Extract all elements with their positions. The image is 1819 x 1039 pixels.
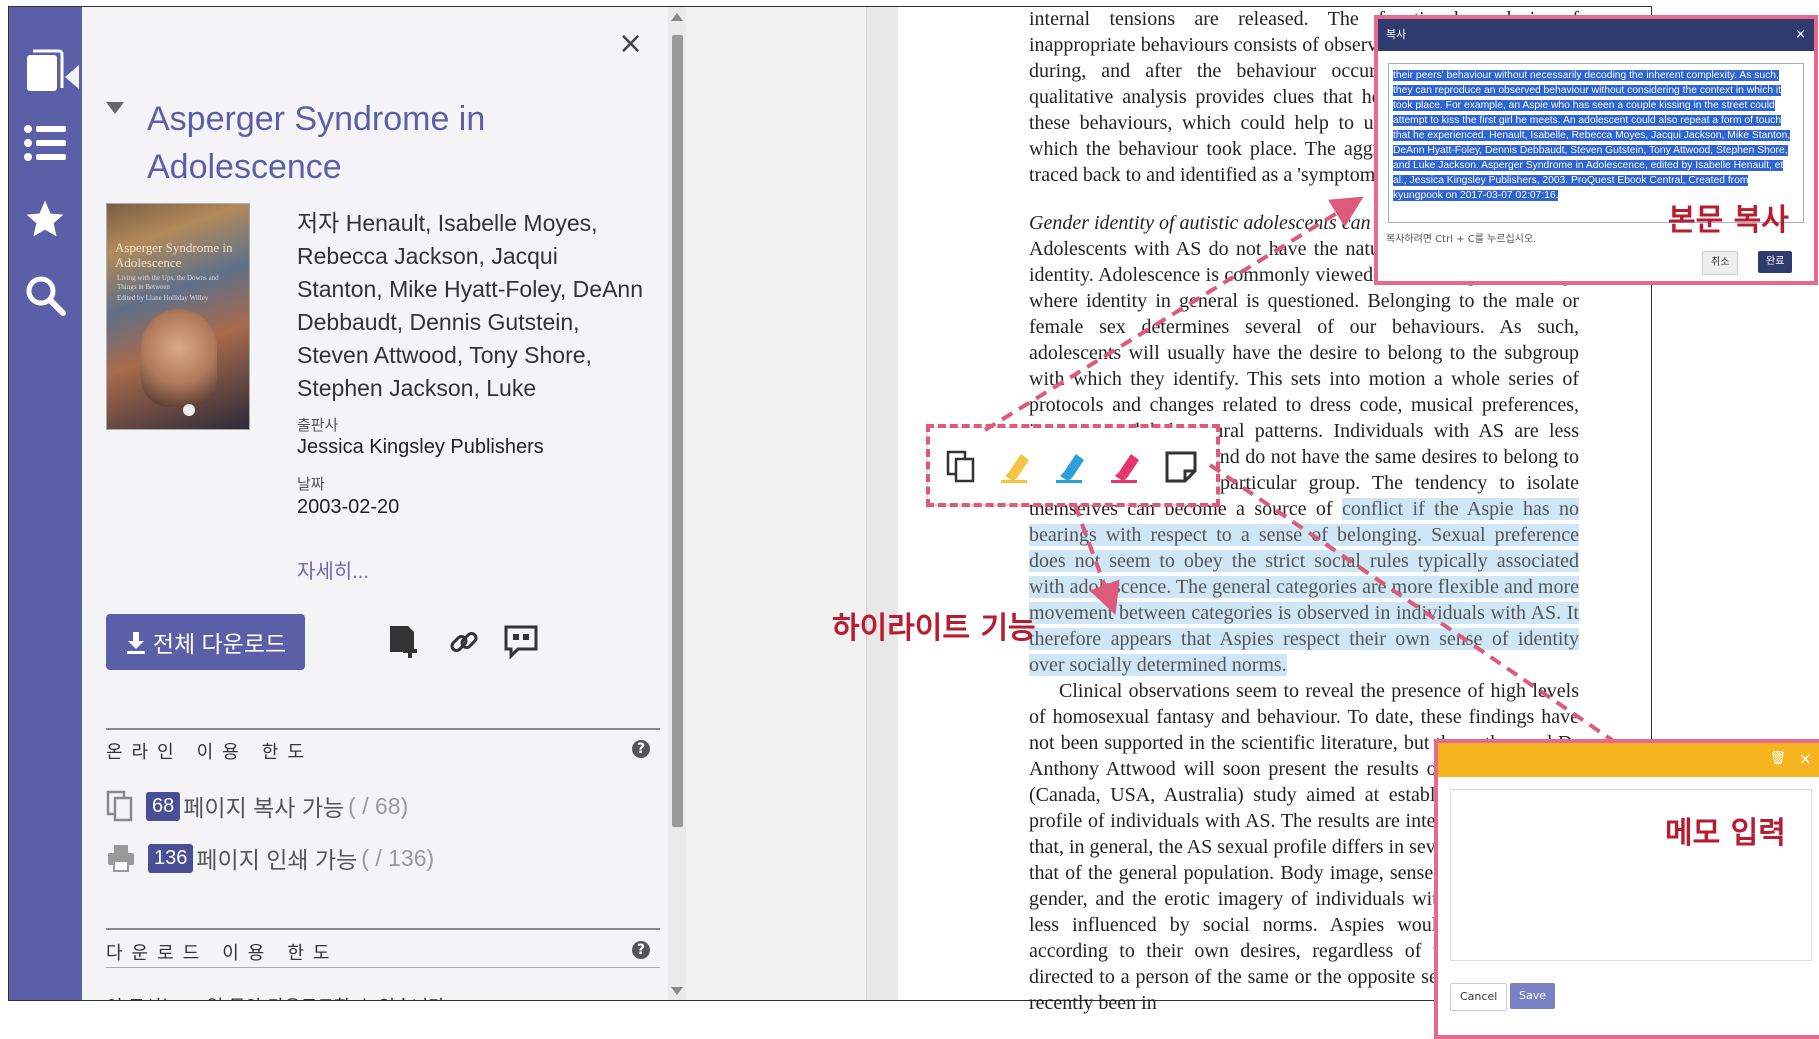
annotation-highlight: 하이라이트 기능 [832, 611, 1036, 646]
close-icon[interactable]: × [1795, 19, 1806, 51]
copy-dialog-header: 복사 × [1378, 19, 1814, 51]
trash-icon[interactable]: 🗑 [1769, 751, 1786, 766]
annotation-copy: 본문 복사 [1668, 203, 1789, 238]
save-button[interactable]: Save [1510, 983, 1556, 1009]
copy-dialog-title: 복사 [1386, 28, 1407, 41]
annotation-memo: 메모 입력 [1665, 816, 1786, 851]
close-icon[interactable]: × [1799, 749, 1812, 768]
cancel-button[interactable]: Cancel [1450, 983, 1508, 1011]
memo-dialog-header: 🗑 × [1438, 743, 1819, 777]
selected-text[interactable]: their peers' behaviour without necessari… [1393, 70, 1791, 201]
ok-button[interactable]: 완료 [1758, 251, 1793, 273]
copy-dialog: 복사 × their peers' behaviour without nece… [1374, 15, 1818, 285]
copy-hint: 복사하려면 Ctrl + C를 누르십시오. [1386, 234, 1537, 245]
cancel-button[interactable]: 취소 [1702, 251, 1739, 275]
memo-dialog: 🗑 × Cancel Save [1434, 739, 1819, 1039]
